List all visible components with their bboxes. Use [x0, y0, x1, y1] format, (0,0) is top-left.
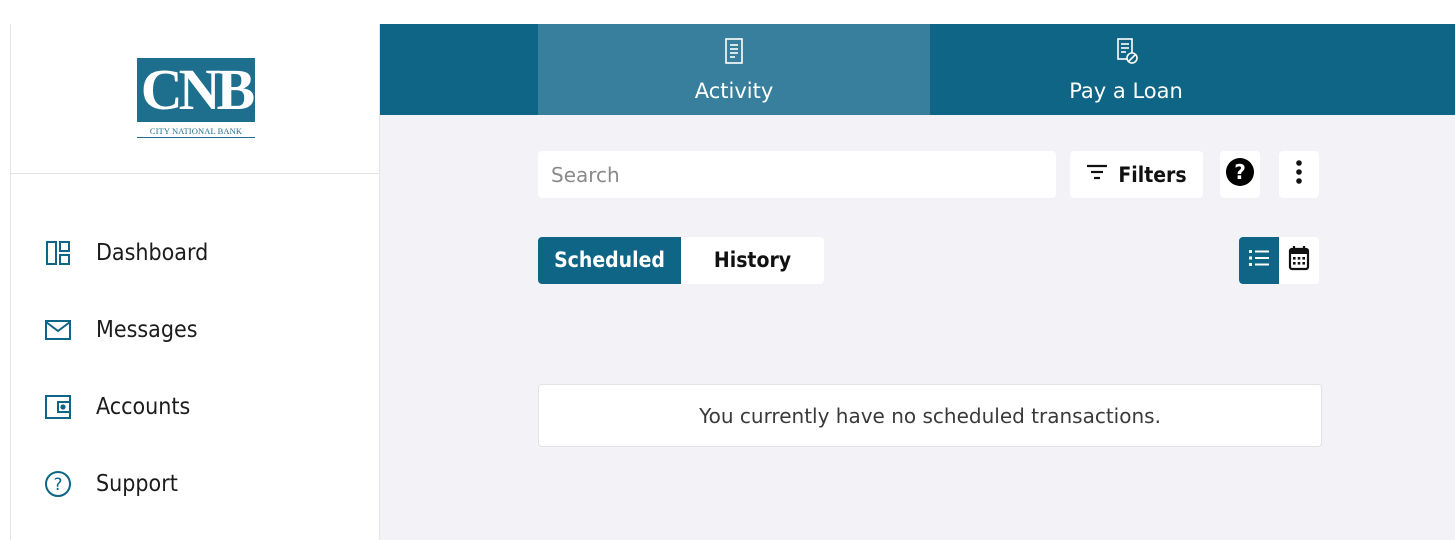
- tab-pay-a-loan[interactable]: Pay a Loan: [930, 24, 1322, 115]
- list-icon: [1248, 248, 1270, 273]
- help-button[interactable]: ?: [1220, 151, 1260, 198]
- list-view-button[interactable]: [1239, 237, 1279, 284]
- help-icon: ?: [1225, 157, 1255, 192]
- empty-state-message: You currently have no scheduled transact…: [538, 384, 1322, 447]
- sidebar-item-label: Accounts: [96, 393, 191, 420]
- question-circle-icon: ?: [43, 469, 73, 499]
- sidebar-item-dashboard[interactable]: Dashboard: [11, 214, 380, 291]
- main-content: Filters ? Scheduled History: [380, 115, 1455, 540]
- logo-area: CNB CITY NATIONAL BANK: [11, 24, 380, 174]
- sidebar-item-messages[interactable]: Messages: [11, 291, 380, 368]
- sidebar-item-label: Messages: [96, 316, 198, 343]
- sidebar-nav: Dashboard Messages Accounts ? Support: [11, 214, 380, 522]
- envelope-icon: [43, 315, 73, 345]
- vertical-dots-icon: [1295, 159, 1303, 190]
- logo-subtitle: CITY NATIONAL BANK: [137, 124, 255, 138]
- receipt-icon: [723, 36, 745, 66]
- search-input[interactable]: [538, 151, 1056, 198]
- top-tab-bar: Activity Pay a Loan: [380, 24, 1455, 115]
- bank-logo[interactable]: CNB CITY NATIONAL BANK: [137, 58, 255, 142]
- svg-text:?: ?: [1234, 160, 1246, 184]
- tab-activity[interactable]: Activity: [538, 24, 930, 115]
- sidebar: CNB CITY NATIONAL BANK Dashboard Message…: [10, 24, 380, 540]
- tab-label: Activity: [694, 79, 774, 103]
- logo-letters: CNB: [137, 58, 255, 122]
- view-mode-toggle: [1239, 237, 1319, 284]
- history-tab[interactable]: History: [681, 237, 824, 284]
- sidebar-item-support[interactable]: ? Support: [11, 445, 380, 522]
- calendar-view-button[interactable]: [1279, 237, 1319, 284]
- svg-text:?: ?: [53, 475, 62, 495]
- tab-label: Pay a Loan: [1069, 79, 1183, 103]
- scheduled-tab[interactable]: Scheduled: [538, 237, 681, 284]
- scheduled-history-toggle: Scheduled History: [538, 237, 824, 284]
- wallet-icon: [43, 392, 73, 422]
- filter-icon: [1086, 163, 1108, 186]
- calendar-icon: [1288, 245, 1310, 276]
- more-options-button[interactable]: [1279, 151, 1319, 198]
- dashboard-icon: [43, 238, 73, 268]
- loan-document-icon: [1115, 36, 1138, 66]
- sidebar-item-accounts[interactable]: Accounts: [11, 368, 380, 445]
- filters-button[interactable]: Filters: [1070, 151, 1203, 198]
- filters-label: Filters: [1118, 162, 1187, 187]
- sidebar-item-label: Support: [96, 470, 178, 497]
- sidebar-item-label: Dashboard: [96, 239, 209, 266]
